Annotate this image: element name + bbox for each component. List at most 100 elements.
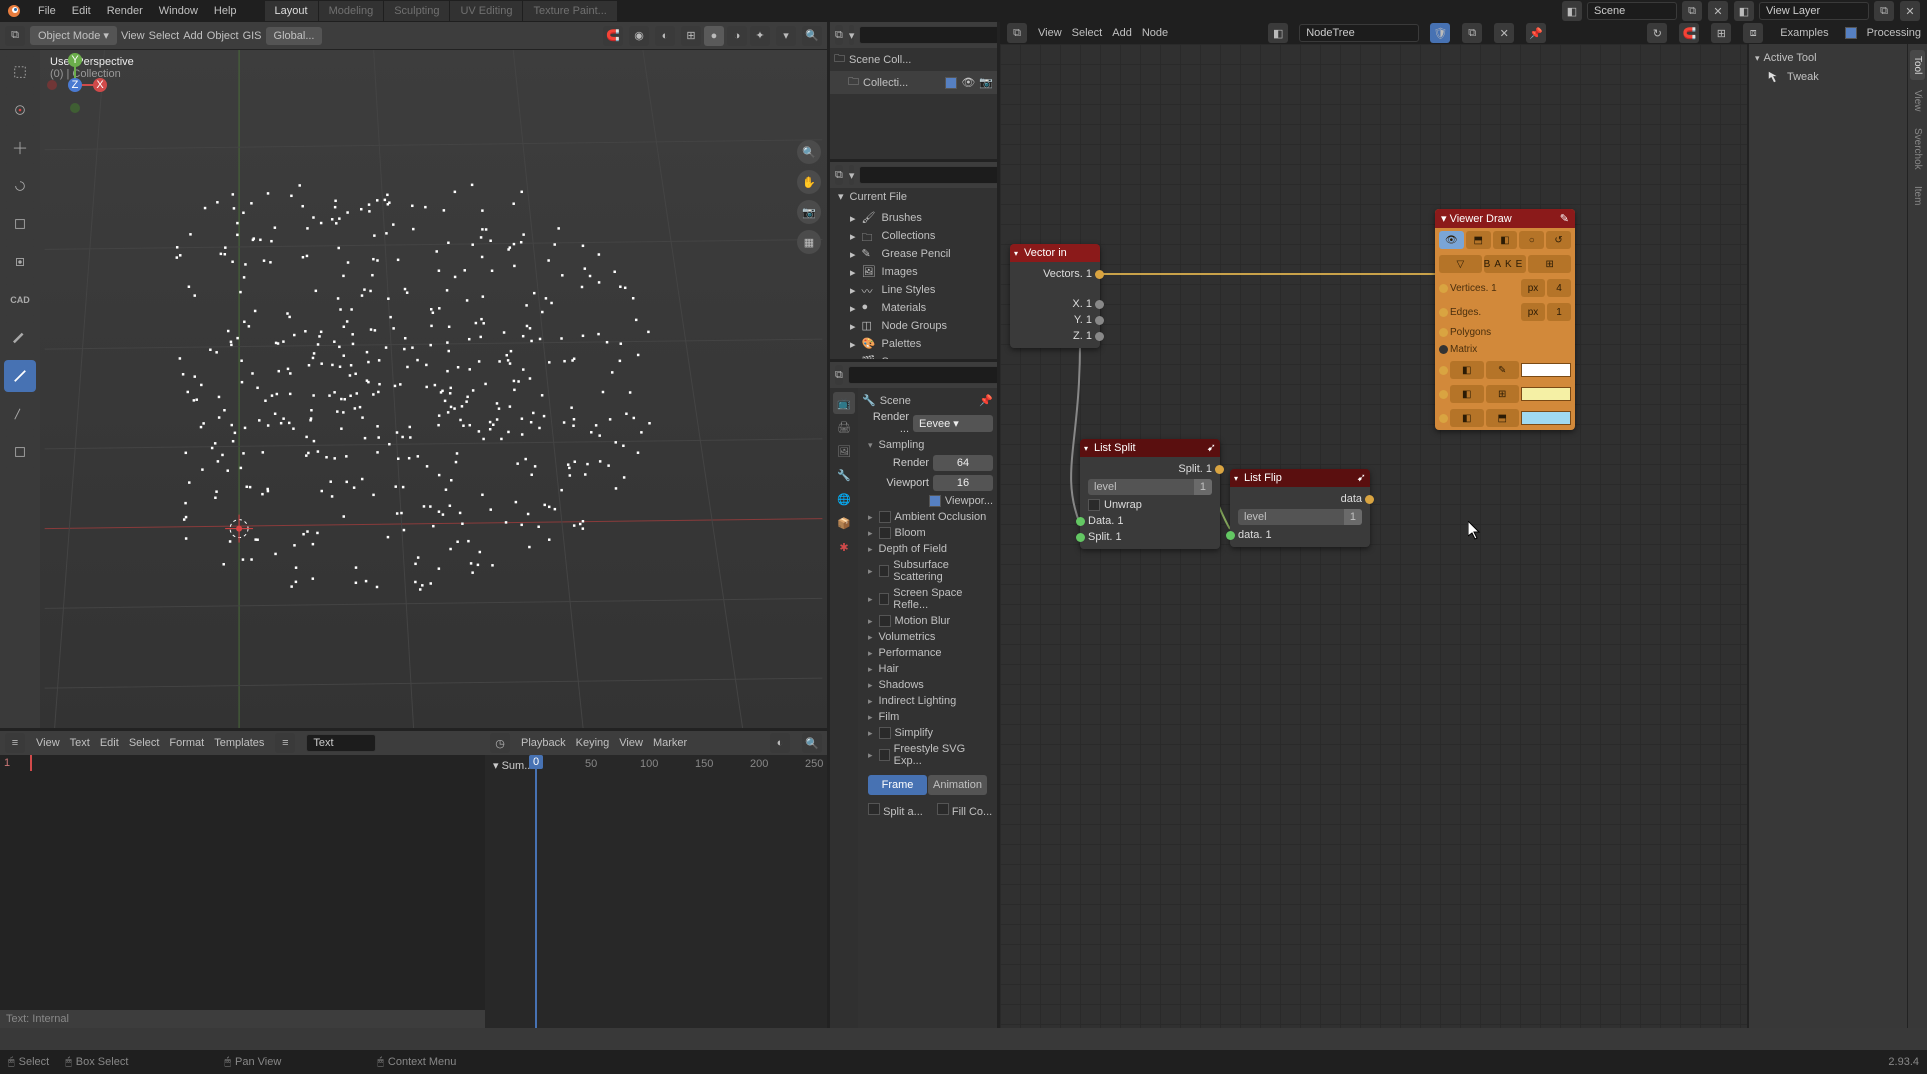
render-samples[interactable]: 64 <box>933 455 993 471</box>
fb-filter-icon[interactable]: ▾ <box>849 165 855 185</box>
vp-object[interactable]: Object <box>207 30 239 42</box>
tweak-tool[interactable]: Tweak <box>1755 66 1901 84</box>
panel-depth-of-field[interactable]: Depth of Field <box>862 541 993 557</box>
sw-b1[interactable]: ◧ <box>1450 385 1484 403</box>
pencil-icon[interactable]: ✎ <box>1560 212 1569 225</box>
export-frame[interactable]: Frame <box>868 775 927 795</box>
collection-row[interactable]: 🗀Collecti... 👁 📷 <box>830 71 997 94</box>
menu-edit[interactable]: Edit <box>64 5 99 17</box>
txt-select[interactable]: Select <box>129 737 160 749</box>
edges-n[interactable]: 1 <box>1547 303 1571 321</box>
panel-shadows[interactable]: Shadows <box>862 677 993 693</box>
panel-screen-space-refle-[interactable]: Screen Space Refle... <box>862 585 993 613</box>
overlays-icon[interactable]: ◐ <box>655 26 675 46</box>
sampling-panel[interactable]: Sampling <box>862 437 993 453</box>
viewlayer-new-icon[interactable]: ⧉ <box>1874 1 1894 21</box>
panel-hair[interactable]: Hair <box>862 661 993 677</box>
fb-item-brushes[interactable]: ▸ 🖌Brushes <box>830 209 997 227</box>
tab-texpaint[interactable]: Texture Paint... <box>523 1 616 21</box>
vtab-sverchok[interactable]: Sverchok <box>1910 122 1925 176</box>
split-chk[interactable] <box>868 803 880 815</box>
node-canvas[interactable]: ▾Vector in Vectors. 1 X. 1 Y. 1 Z. 1 ▾Li… <box>1000 44 1747 1028</box>
swatch-white[interactable] <box>1521 363 1571 377</box>
tab-modeling[interactable]: Modeling <box>319 1 384 21</box>
props-search-type[interactable]: ⧉ <box>835 365 843 385</box>
scene-link-icon[interactable]: ◧ <box>1562 1 1582 21</box>
timeline-canvas[interactable]: ▾ Sum... 0 50 100 150 200 250 0 <box>485 755 827 1028</box>
bake-button[interactable]: BAKE <box>1484 255 1527 273</box>
text-block-icon[interactable]: ≡ <box>275 733 295 753</box>
props-search[interactable] <box>848 366 1004 384</box>
txt-view[interactable]: View <box>36 737 60 749</box>
ned-snap-icon[interactable]: 🧲 <box>1679 23 1699 43</box>
shading-wire-icon[interactable]: ⊞ <box>681 26 701 46</box>
node-viewer-draw[interactable]: ▾ Viewer Draw✎ 👁 ⬒ ◧ ○ ↺ ▽ BAKE ⊞ Vertic… <box>1435 209 1575 430</box>
txt-edit[interactable]: Edit <box>100 737 119 749</box>
vtab-view[interactable]: View <box>1910 84 1925 118</box>
fb-item-scenes[interactable]: ▸ 🎬Scenes <box>830 353 997 362</box>
text-editor-type-icon[interactable]: ≡ <box>5 733 25 753</box>
flip-level-value[interactable]: 1 <box>1344 509 1362 525</box>
tool-scale[interactable] <box>4 208 36 240</box>
v-btn-grid[interactable]: ⊞ <box>1528 255 1571 273</box>
ned-select[interactable]: Select <box>1072 27 1103 39</box>
ptab-physics[interactable]: ✱ <box>833 536 855 558</box>
ptab-world[interactable]: 🌐 <box>833 488 855 510</box>
menu-render[interactable]: Render <box>99 5 151 17</box>
vp-select[interactable]: Select <box>149 30 180 42</box>
fill-chk[interactable] <box>937 803 949 815</box>
node-vector-in[interactable]: ▾Vector in Vectors. 1 X. 1 Y. 1 Z. 1 <box>1010 244 1100 348</box>
nav-gizmo[interactable]: X Y Z <box>40 50 110 120</box>
txt-format[interactable]: Format <box>169 737 204 749</box>
menu-help[interactable]: Help <box>206 5 245 17</box>
fb-type-icon[interactable]: ⧉ <box>835 165 843 185</box>
shading-rendered-icon[interactable]: ✦ <box>750 26 770 46</box>
tool-transform[interactable] <box>4 246 36 278</box>
ned-add[interactable]: Add <box>1112 27 1132 39</box>
sw-c2[interactable]: ⬒ <box>1486 409 1520 427</box>
tool-rotate[interactable] <box>4 170 36 202</box>
fb-item-line-styles[interactable]: ▸ 〰Line Styles <box>830 281 997 299</box>
ned-processing-chk[interactable] <box>1845 27 1857 39</box>
ned-pin-icon[interactable]: 📌 <box>1526 23 1546 43</box>
panel-volumetrics[interactable]: Volumetrics <box>862 629 993 645</box>
pan-icon[interactable]: ✋ <box>797 170 821 194</box>
sw-a2[interactable]: ✎ <box>1486 361 1520 379</box>
orientation-select[interactable]: Global... <box>266 27 323 45</box>
proportional-icon[interactable]: ◉ <box>629 26 649 46</box>
panel-motion-blur[interactable]: Motion Blur <box>862 613 993 629</box>
viewport[interactable]: User Perspective (0) | Collection X Y Z … <box>40 50 827 728</box>
panel-subsurface-scattering[interactable]: Subsurface Scattering <box>862 557 993 585</box>
v-btn-1[interactable]: ⬒ <box>1466 231 1491 249</box>
swatch-yellow[interactable] <box>1521 387 1571 401</box>
cam-icon[interactable]: 📷 <box>979 76 993 89</box>
scene-del-icon[interactable]: ✕ <box>1708 1 1728 21</box>
tab-layout[interactable]: Layout <box>265 1 318 21</box>
sw-b2[interactable]: ⊞ <box>1486 385 1520 403</box>
zoom-icon[interactable]: 🔍 <box>797 140 821 164</box>
node-tree-name[interactable] <box>1299 24 1419 42</box>
ptab-render[interactable]: 📺 <box>833 392 855 414</box>
fb-item-collections[interactable]: ▸ 🗀Collections <box>830 227 997 245</box>
panel-freestyle-svg-exp-[interactable]: Freestyle SVG Exp... <box>862 741 993 769</box>
collection-vis-chk[interactable] <box>945 77 957 89</box>
active-tool-header[interactable]: Active Tool <box>1755 50 1901 66</box>
outliner-search[interactable] <box>859 26 1015 44</box>
unwrap-chk[interactable] <box>1088 499 1100 511</box>
vp-add[interactable]: Add <box>183 30 203 42</box>
ptab-viewlayer[interactable]: 🖼 <box>833 440 855 462</box>
ned-layers-icon[interactable]: ⧈ <box>1743 23 1763 43</box>
ned-processing[interactable]: Processing <box>1867 27 1921 39</box>
verts-n[interactable]: 4 <box>1547 279 1571 297</box>
mode-select[interactable]: Object Mode ▾ <box>30 26 117 45</box>
ned-view[interactable]: View <box>1038 27 1062 39</box>
scene-collection-row[interactable]: 🗀Scene Coll... <box>830 48 997 71</box>
level-value[interactable]: 1 <box>1194 479 1212 495</box>
tool-select[interactable] <box>4 56 36 88</box>
panel-bloom[interactable]: Bloom <box>862 525 993 541</box>
panel-performance[interactable]: Performance <box>862 645 993 661</box>
shield-icon[interactable]: 🛡 <box>1430 23 1450 43</box>
txt-text[interactable]: Text <box>70 737 90 749</box>
ptab-object[interactable]: 📦 <box>833 512 855 534</box>
viewlayer-name[interactable] <box>1759 2 1869 20</box>
